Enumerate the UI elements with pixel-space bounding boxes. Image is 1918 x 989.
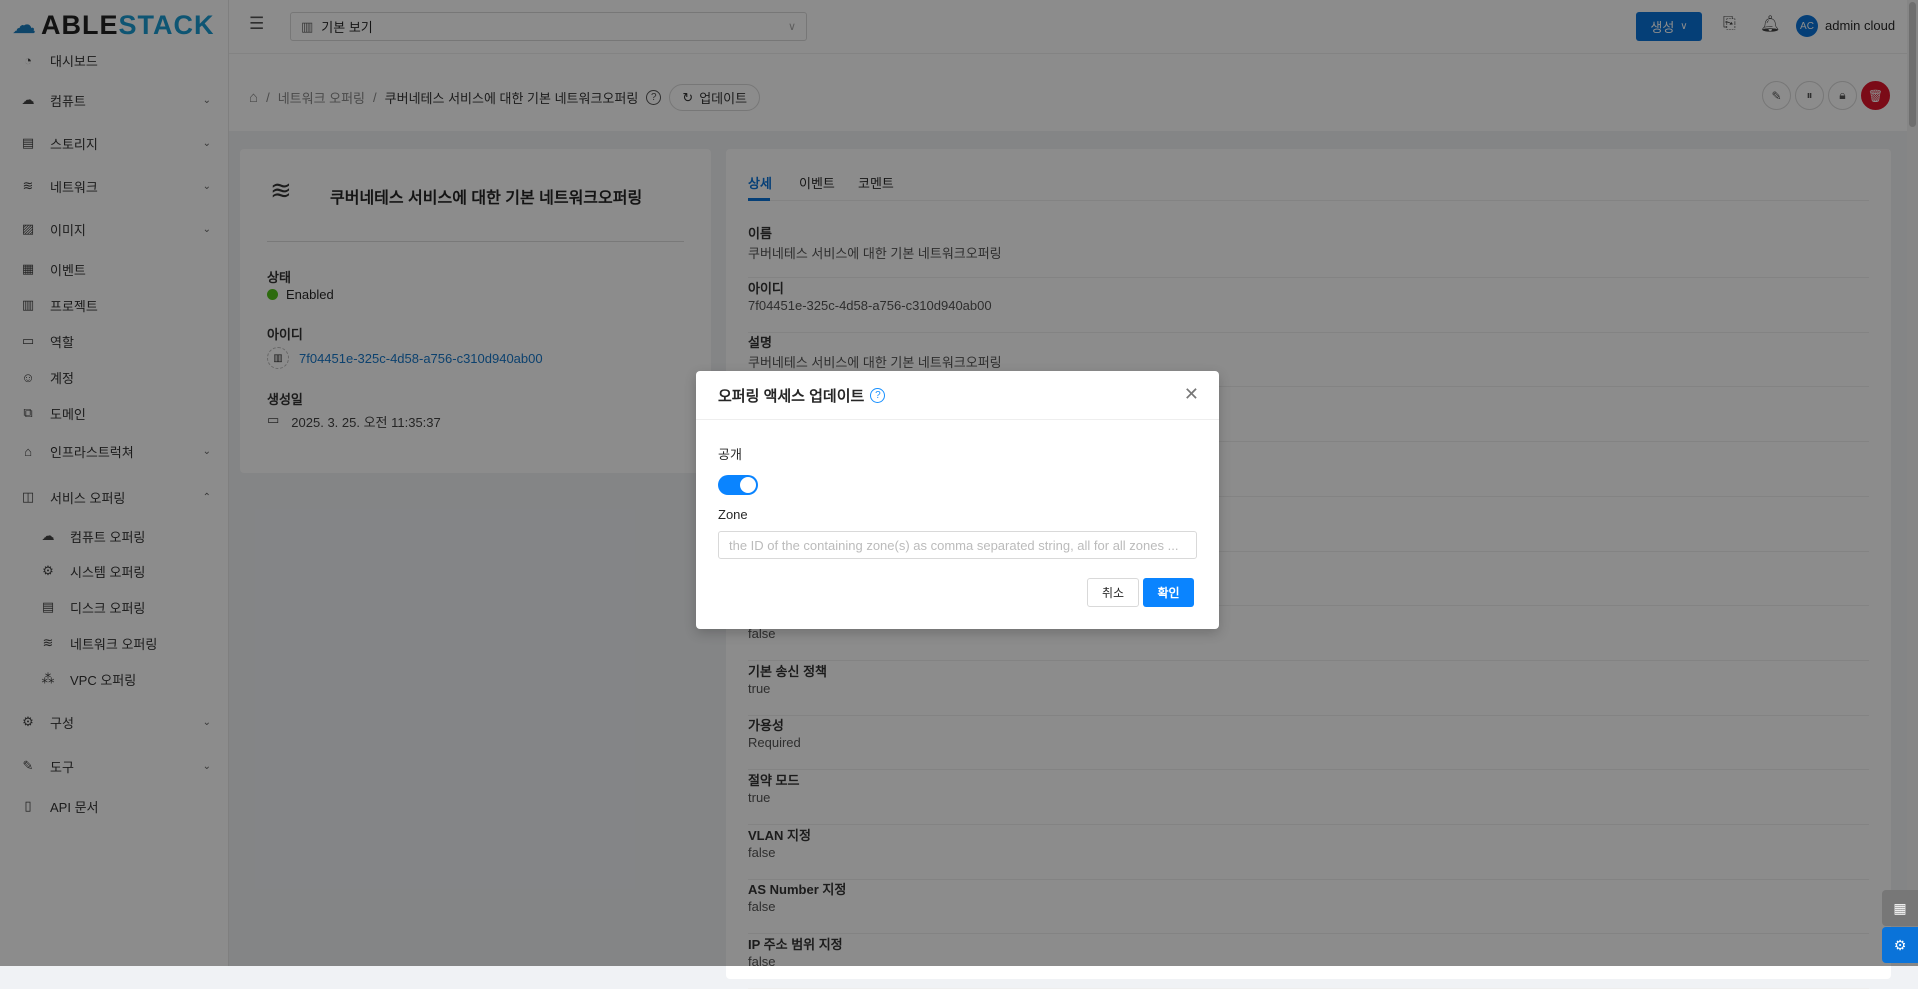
- event-float-button[interactable]: ▦: [1882, 890, 1918, 926]
- public-toggle[interactable]: [718, 475, 758, 495]
- help-icon[interactable]: ?: [870, 387, 886, 403]
- modal-title: 오퍼링 액세스 업데이트: [718, 387, 865, 405]
- gear-icon: ⚙: [1893, 936, 1907, 953]
- cancel-button[interactable]: 취소: [1087, 578, 1139, 607]
- zone-input[interactable]: [718, 531, 1197, 559]
- zone-label: Zone: [718, 507, 748, 522]
- ok-button[interactable]: 확인: [1143, 578, 1194, 607]
- modal-header: 오퍼링 액세스 업데이트?: [696, 371, 1219, 420]
- public-label: 공개: [718, 447, 742, 462]
- calendar-icon: ▦: [1893, 899, 1907, 916]
- offering-access-modal: 오퍼링 액세스 업데이트? ✕ 공개 Zone 취소 확인: [696, 371, 1219, 629]
- close-icon[interactable]: ✕: [1184, 384, 1199, 405]
- settings-float-button[interactable]: ⚙: [1882, 927, 1918, 963]
